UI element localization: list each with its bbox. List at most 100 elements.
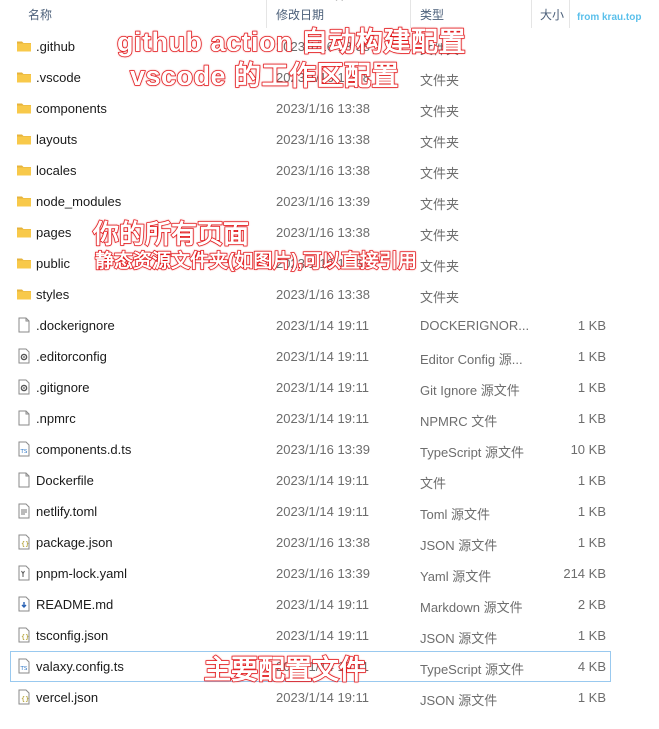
file-size: 2 KB [577,597,606,612]
file-name: components.d.ts [36,442,132,457]
file-size: 1 KB [577,535,606,550]
folder-icon [16,193,32,209]
file-date: 2023/1/16 13:39 [276,194,370,209]
md-file-icon [16,596,32,612]
file-name: layouts [36,132,78,147]
file-row[interactable]: node_modules 2023/1/16 13:39 文件夹 [0,186,659,217]
file-type: 文件夹 [420,73,460,88]
svg-text:TS: TS [20,449,28,455]
file-type: 文件夹 [420,259,460,274]
sort-chevron-icon: ^ [335,0,344,7]
folder-icon [16,224,32,240]
file-type: Markdown 源文件 [420,600,523,615]
yaml-file-icon [16,565,32,581]
column-divider[interactable] [569,0,570,28]
header-size[interactable]: 大小 [540,6,564,23]
file-row[interactable]: netlify.toml 2023/1/14 19:11 Toml 源文件 1 KB [0,496,659,527]
json-file-icon: {} [16,534,32,550]
file-size: 1 KB [577,473,606,488]
file-row[interactable]: locales 2023/1/16 13:38 文件夹 [0,155,659,186]
file-name: valaxy.config.ts [36,659,124,674]
file-row[interactable]: .dockerignore 2023/1/14 19:11 DOCKERIGNOR.… [0,310,659,341]
file-date: 2023/1/14 19:11 [276,597,370,612]
folder-icon [16,69,32,85]
file-row[interactable]: TS components.d.ts 2023/1/16 13:39 TypeScri… [0,434,659,465]
file-name: pages [36,225,72,240]
text-file-icon [16,503,32,519]
file-icon [16,317,32,333]
file-date: 2023/1/16 13:39 [276,566,370,581]
file-type: Editor Config 源... [420,352,523,367]
file-size: 1 KB [577,380,606,395]
file-type: JSON 源文件 [420,693,498,708]
file-row[interactable]: {} package.json 2023/1/16 13:38 JSON 源文件 1 K… [0,527,659,558]
file-name: components [36,101,107,116]
file-type: 文件夹 [420,104,460,119]
file-name: package.json [36,535,113,550]
file-row[interactable]: Dockerfile 2023/1/14 19:11 文件 1 KB [0,465,659,496]
file-name: README.md [36,597,114,612]
file-date: 2023/1/16 13:39 [276,442,370,457]
file-name: node_modules [36,194,122,209]
file-row[interactable]: layouts 2023/1/16 13:38 文件夹 [0,124,659,155]
file-row[interactable]: .gitignore 2023/1/14 19:11 Git Ignore 源文件 1… [0,372,659,403]
column-divider[interactable] [531,0,532,28]
file-size: 1 KB [577,628,606,643]
file-row[interactable]: components 2023/1/16 13:38 文件夹 [0,93,659,124]
file-row[interactable]: {} tsconfig.json 2023/1/14 19:11 JSON 源文件 1 … [0,620,659,651]
file-name: public [36,256,70,271]
file-date: 2023/1/14 19:11 [276,690,370,705]
folder-icon [16,286,32,302]
gear-file-icon [16,348,32,364]
file-type: DOCKERIGNOR... [420,318,530,333]
file-type: Git Ignore 源文件 [420,383,520,398]
file-date: 2023/1/14 19:11 [276,318,370,333]
folder-icon [16,100,32,116]
file-name: pnpm-lock.yaml [36,566,128,581]
folder-icon [16,162,32,178]
file-type: JSON 源文件 [420,538,498,553]
gear-file-icon [16,379,32,395]
file-size: 214 KB [563,566,606,581]
file-date: 2023/1/16 13:38 [276,225,370,240]
file-name: Dockerfile [36,473,94,488]
file-name: netlify.toml [36,504,98,519]
file-size: 1 KB [577,318,606,333]
file-row[interactable]: README.md 2023/1/14 19:11 Markdown 源文件 2 KB [0,589,659,620]
header-name[interactable]: 名称 [28,6,52,23]
file-date: 2023/1/16 13:38 [276,163,370,178]
file-size: 1 KB [577,411,606,426]
file-row[interactable]: .npmrc 2023/1/14 19:11 NPMRC 文件 1 KB [0,403,659,434]
file-date: 2023/1/14 19:11 [276,349,370,364]
file-date: 2023/1/14 19:11 [276,473,370,488]
file-row[interactable]: .editorconfig 2023/1/14 19:11 Editor Confi… [0,341,659,372]
file-date: 2023/1/16 13:38 [276,287,370,302]
file-date: 2023/1/14 19:11 [276,628,370,643]
file-type: 文件夹 [420,135,460,150]
file-size: 1 KB [577,349,606,364]
file-name: locales [36,163,77,178]
file-date: 2023/1/14 19:11 [276,380,370,395]
annotation-public: 静态资源文件夹(如图片),可以直接引用 [94,250,417,273]
file-date: 2023/1/14 19:11 [276,411,370,426]
file-type: 文件夹 [420,228,460,243]
file-type: TypeScript 源文件 [420,662,525,677]
file-size: 10 KB [570,442,606,457]
svg-text:{}: {} [21,695,29,703]
file-size: 1 KB [577,690,606,705]
file-type: 文件夹 [420,290,460,305]
folder-icon [16,38,32,54]
ts-file-icon: TS [16,441,32,457]
file-name: tsconfig.json [36,628,109,643]
file-name: .dockerignore [36,318,115,333]
file-date: 2023/1/16 13:38 [276,132,370,147]
file-row[interactable]: styles 2023/1/16 13:38 文件夹 [0,279,659,310]
file-row[interactable]: pnpm-lock.yaml 2023/1/16 13:39 Yaml 源文件 214… [0,558,659,589]
file-type: JSON 源文件 [420,631,498,646]
file-type: NPMRC 文件 [420,414,498,429]
file-type: Yaml 源文件 [420,569,492,584]
svg-text:{}: {} [21,633,29,641]
file-size: 4 KB [577,659,606,674]
svg-text:TS: TS [20,666,28,672]
file-name: .gitignore [36,380,90,395]
